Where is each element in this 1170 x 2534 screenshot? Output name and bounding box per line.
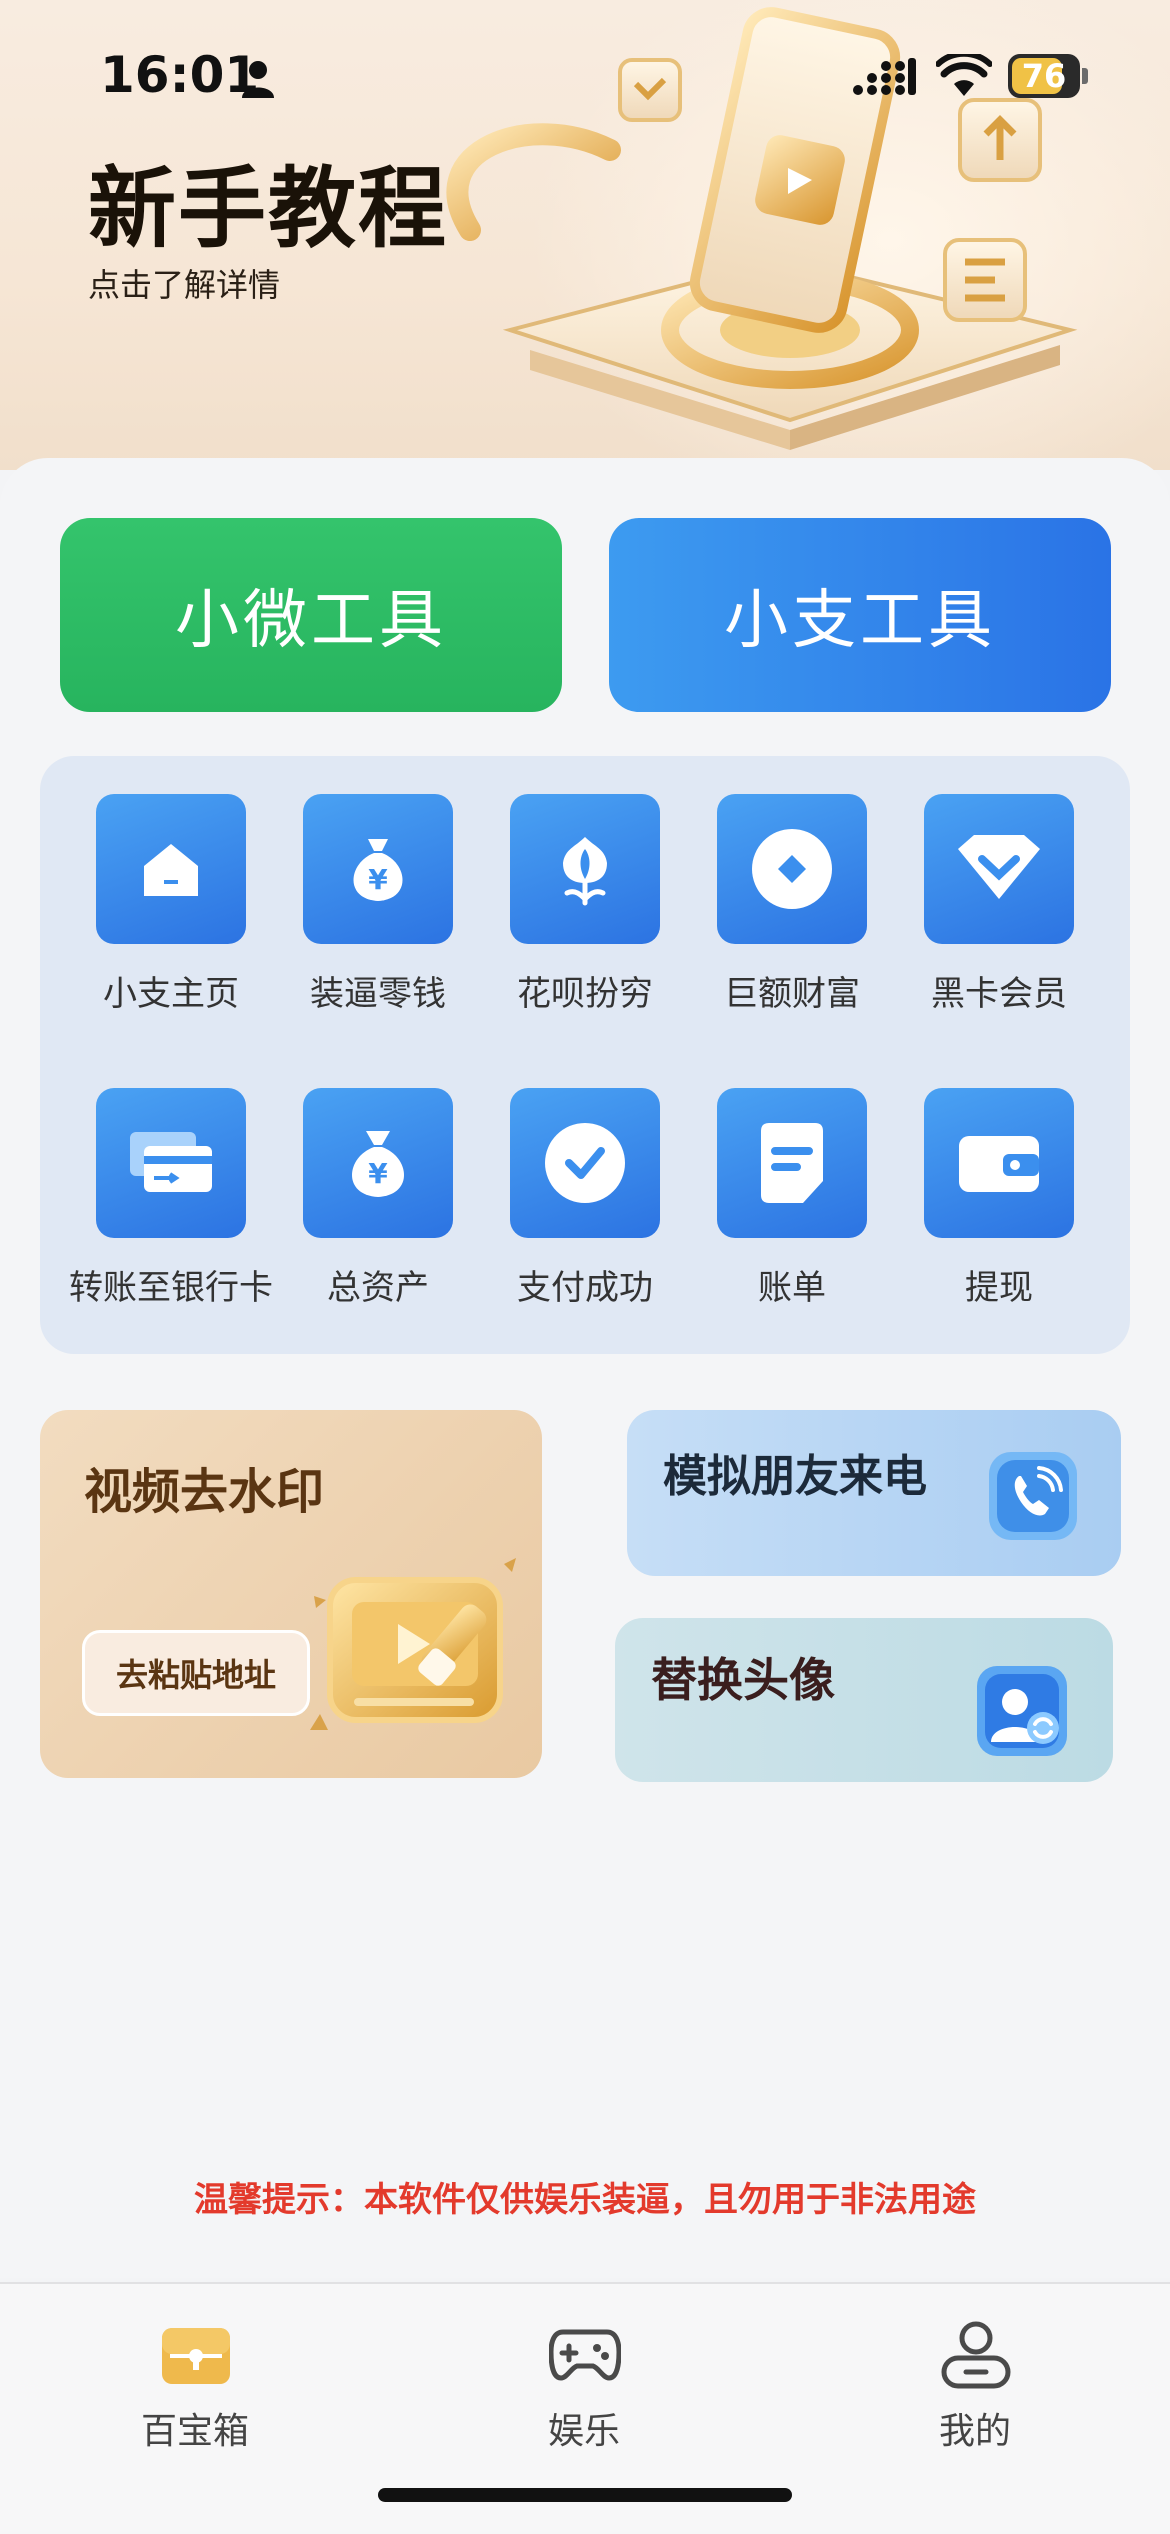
card-title: 模拟朋友来电	[663, 1451, 927, 1502]
card-title: 替换头像	[651, 1653, 835, 1707]
home-indicator	[378, 2488, 792, 2502]
tab-entertainment[interactable]: 娱乐	[474, 2298, 694, 2458]
grid-label: 提现	[965, 1268, 1033, 1308]
grid-item-payment-success[interactable]: 支付成功	[474, 1088, 674, 1328]
grid-item-huabei[interactable]: 花呗扮穷	[474, 794, 674, 1034]
svg-text:¥: ¥	[368, 1157, 388, 1190]
content-sheet	[0, 458, 1170, 2278]
tab-treasure-box[interactable]: 百宝箱	[85, 2298, 305, 2458]
grid-label: 账单	[758, 1268, 826, 1308]
person-icon	[242, 61, 274, 98]
grid-label: 小支主页	[103, 974, 239, 1014]
grid-item-alipay-home[interactable]: 小支主页	[60, 794, 260, 1034]
video-watermark-card[interactable]: 视频去水印 去粘贴地址	[40, 1410, 542, 1778]
grid-label: 花呗扮穷	[517, 974, 653, 1014]
tab-label: 我的	[938, 2411, 1011, 2452]
status-time: 16:01	[100, 46, 260, 104]
grid-label: 巨额财富	[724, 974, 860, 1014]
card-title: 视频去水印	[84, 1464, 325, 1520]
svg-text:¥: ¥	[368, 863, 388, 896]
grid-item-bill[interactable]: 账单	[681, 1088, 881, 1328]
replace-avatar-card[interactable]: 替换头像	[615, 1618, 1113, 1782]
bill-icon	[717, 1088, 867, 1238]
treasure-box-icon	[162, 2328, 230, 2384]
hero-title: 新手教程	[88, 157, 449, 260]
wallet-icon	[924, 1088, 1074, 1238]
grid-label: 支付成功	[517, 1268, 653, 1308]
battery-level: 76	[1021, 57, 1067, 95]
hero-subtitle[interactable]: 点击了解详情	[88, 260, 280, 306]
fake-call-card[interactable]: 模拟朋友来电	[627, 1410, 1121, 1576]
grid-item-black-card[interactable]: 黑卡会员	[888, 794, 1088, 1034]
battery-tip	[1082, 68, 1088, 84]
check-circle-icon	[510, 1088, 660, 1238]
cellular-signal-icon	[853, 58, 916, 95]
phone-call-icon	[989, 1452, 1077, 1540]
battery-indicator: 76	[1008, 54, 1088, 98]
wechat-tool-button[interactable]: 小微工具	[60, 518, 562, 712]
gamepad-icon	[549, 2329, 621, 2381]
grid-item-total-assets[interactable]: ¥ 总资产	[267, 1088, 467, 1328]
grid-item-bank-transfer[interactable]: 转账至银行卡	[60, 1088, 273, 1328]
user-icon	[941, 2321, 1011, 2389]
alipay-tool-button[interactable]: 小支工具	[609, 518, 1111, 712]
money-bag-icon: ¥	[303, 1088, 453, 1238]
grid-label: 装逼零钱	[310, 974, 446, 1014]
warning-notice: 温馨提示：本软件仅供娱乐装逼，且勿用于非法用途	[194, 2180, 976, 2220]
grid-label: 总资产	[327, 1268, 429, 1308]
grid-item-withdraw[interactable]: 提现	[888, 1088, 1088, 1328]
diamond-circle-icon	[717, 794, 867, 944]
video-play-icon	[310, 1558, 516, 1730]
tab-label: 娱乐	[547, 2411, 620, 2452]
grid-label: 转账至银行卡	[69, 1268, 273, 1308]
grid-label: 黑卡会员	[931, 974, 1067, 1014]
paste-url-button[interactable]: 去粘贴地址	[82, 1630, 310, 1716]
tab-mine[interactable]: 我的	[865, 2298, 1085, 2458]
bank-card-icon	[96, 1088, 246, 1238]
home-icon	[96, 794, 246, 944]
flower-icon	[510, 794, 660, 944]
wifi-icon	[936, 54, 992, 96]
gem-icon	[924, 794, 1074, 944]
grid-item-wealth[interactable]: 巨额财富	[681, 794, 881, 1034]
money-bag-yen-icon: ¥	[303, 794, 453, 944]
hero-banner[interactable]: 16:01 76 新手教程 点击了解详情	[0, 0, 1170, 470]
grid-item-change[interactable]: ¥ 装逼零钱	[267, 794, 467, 1034]
tab-label: 百宝箱	[140, 2411, 249, 2452]
avatar-swap-icon	[977, 1666, 1067, 1756]
